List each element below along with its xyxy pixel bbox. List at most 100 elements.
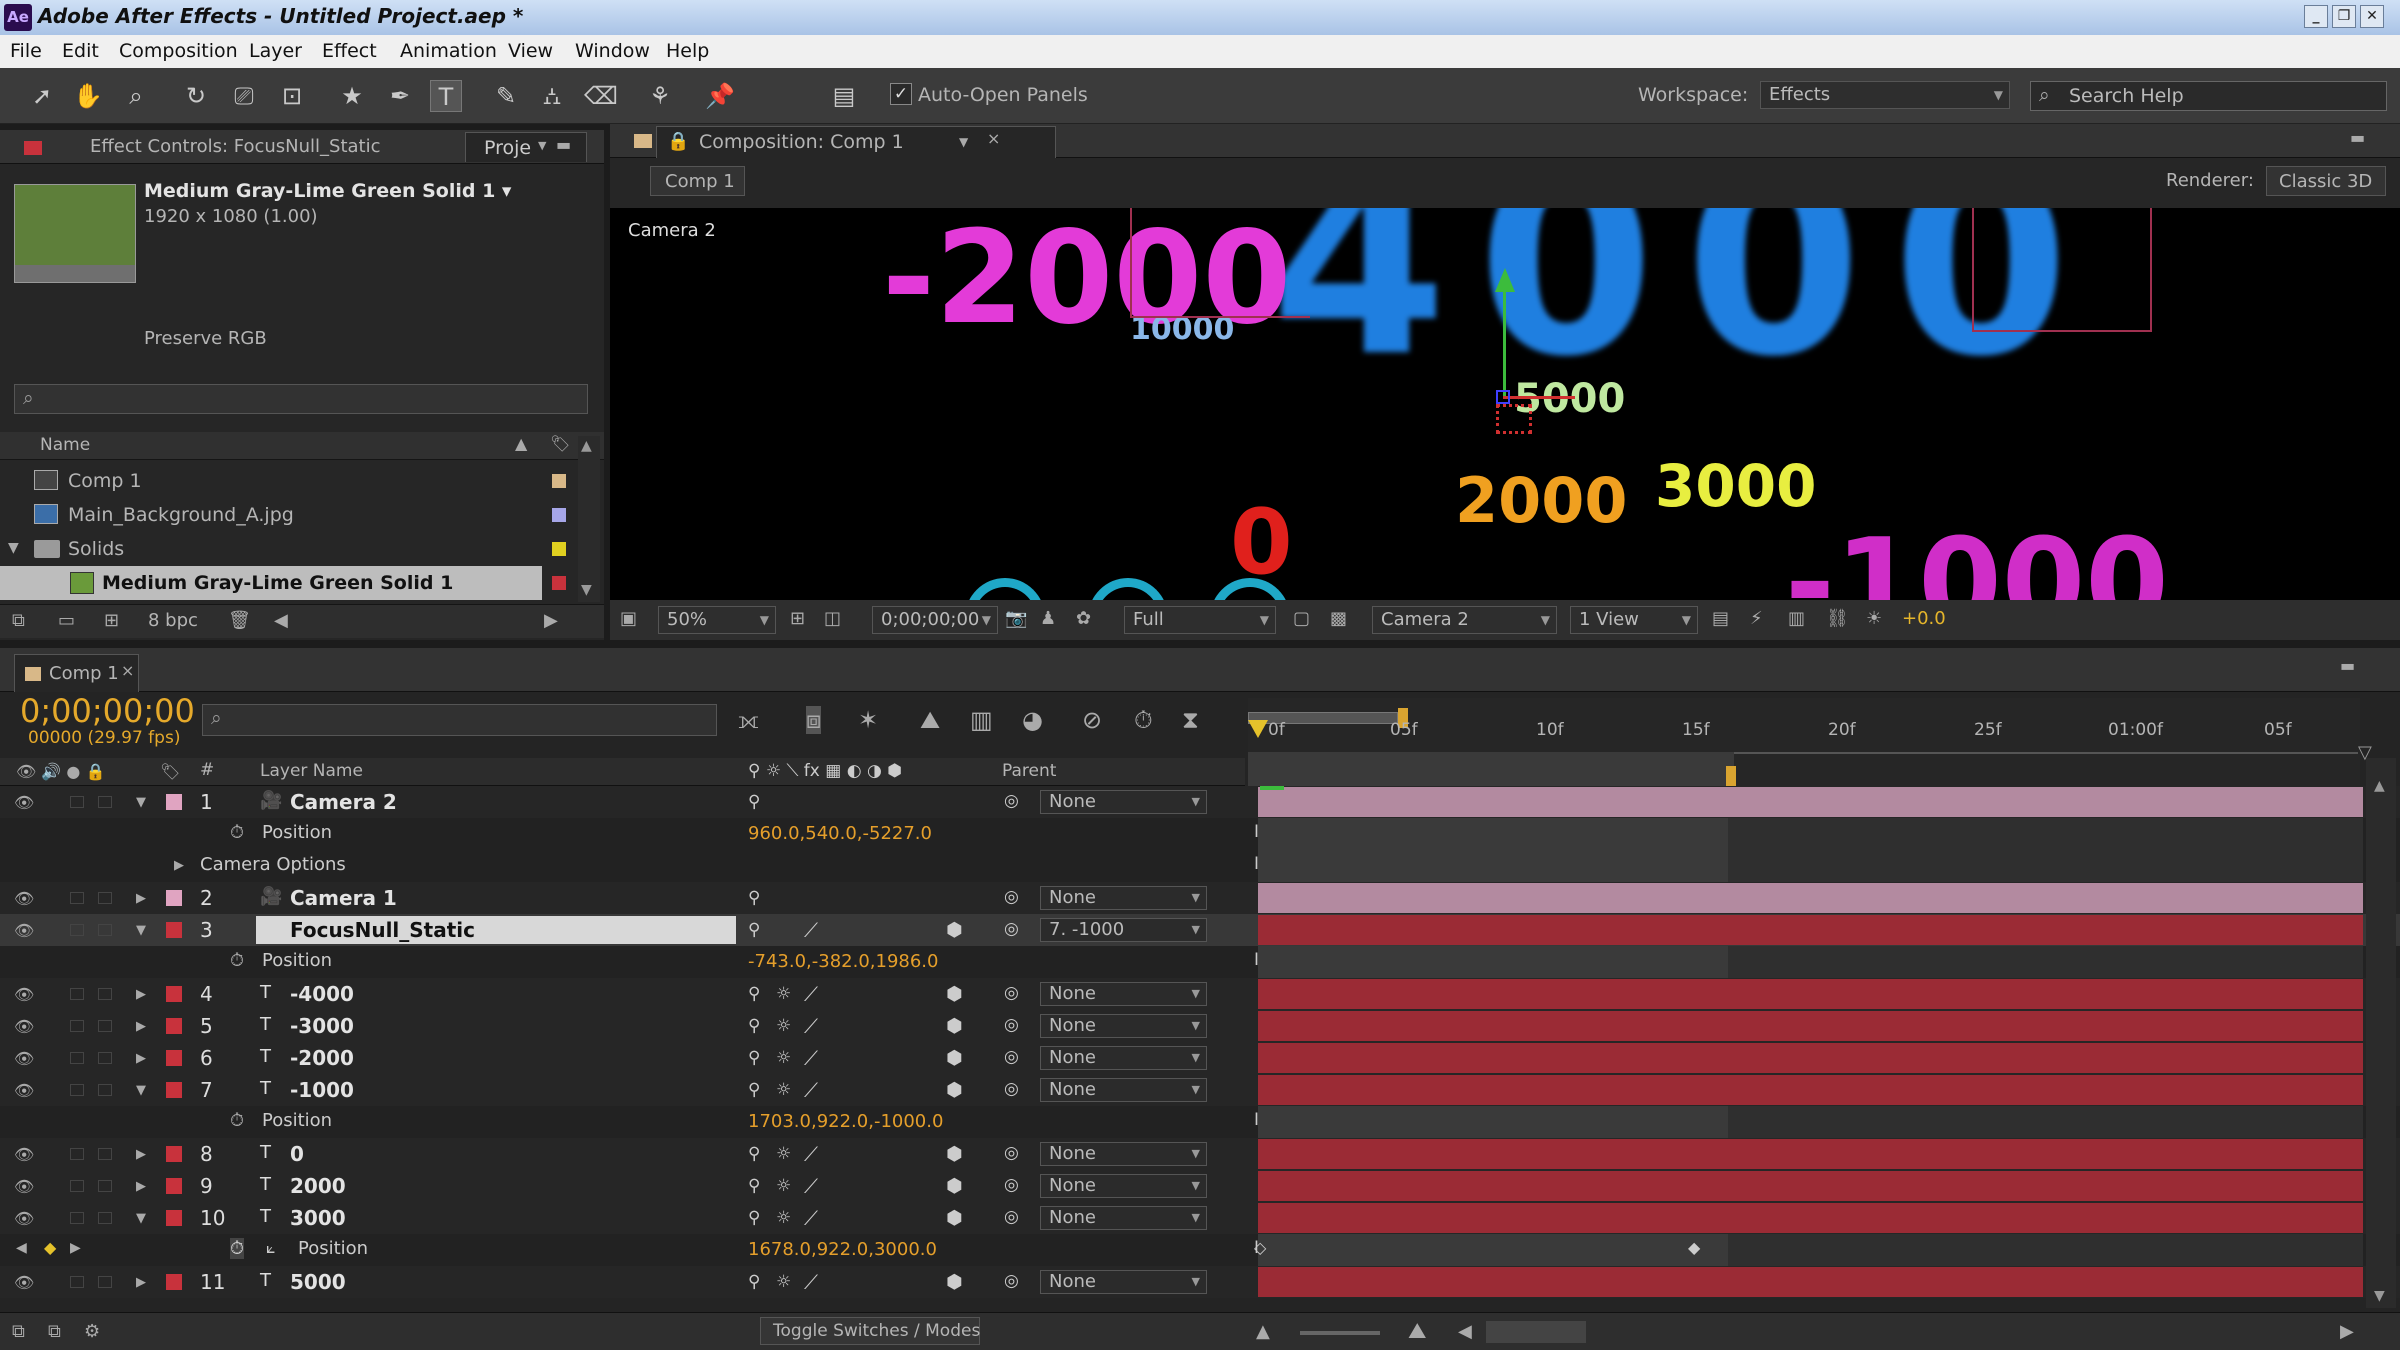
col-parent[interactable]: Parent [1002,761,1056,781]
pick-whip-icon[interactable]: ◎ [1004,919,1019,939]
scroll-up-icon[interactable]: ▲ [2374,778,2385,794]
scroll-up-icon[interactable]: ▲ [581,438,592,454]
selected-item-name[interactable]: Medium Gray-Lime Green Solid 1 ▾ [144,180,511,202]
layer-row[interactable]: 👁 ▼ 10 T 3000 ⚲ ☼ ⟋ ⬢ ◎ None [0,1202,2400,1234]
shy-switch-icon[interactable]: ⚲ [748,1144,760,1164]
panel-menu-icon[interactable]: ▬ [556,135,571,154]
search-help-box[interactable]: ⌕ Search Help [2030,81,2387,111]
null-object-handles[interactable] [1496,404,1532,434]
sort-up-icon[interactable]: ▲ [515,434,527,453]
layer-duration-bar[interactable] [1258,1043,2363,1073]
layer-switches-icon[interactable]: ⧉ [12,1321,25,1342]
pick-whip-icon[interactable]: ◎ [1004,1079,1019,1099]
parent-dropdown[interactable]: None [1040,1270,1207,1294]
property-row[interactable]: I ⏱ Position 1703.0,922.0,-1000.0 [0,1106,2400,1138]
3d-layer-switch-icon[interactable]: ⬢ [946,983,963,1005]
current-time-indicator-icon[interactable] [1248,720,1268,738]
graph-editor-icon[interactable]: ⧗ [1182,706,1199,734]
menu-composition[interactable]: Composition [119,40,238,62]
scroll-left-icon[interactable]: ◀ [1458,1321,1472,1342]
visibility-eye-icon[interactable]: 👁 [14,1177,34,1196]
camera-tool-icon[interactable]: ⎚ [228,80,260,112]
layer-duration-bar[interactable] [1258,1139,2363,1169]
collapse-switch-icon[interactable]: ☼ [776,1208,791,1228]
project-item-image[interactable]: Main_Background_A.jpg [0,498,580,532]
lock-toggle[interactable] [98,1020,112,1032]
puppet-pin-tool-icon[interactable]: 📌 [704,80,736,112]
layer-row[interactable]: 👁 ▶ 2 🎥 Camera 1 ⚲ ◎ None [0,882,2400,914]
channel-icon[interactable]: ✿ [1076,608,1091,629]
solo-toggle[interactable] [70,1052,84,1064]
folder-expand-icon[interactable]: ▼ [8,540,19,556]
property-row[interactable]: I ⏱ Position -743.0,-382.0,1986.0 [0,946,2400,978]
lock-toggle[interactable] [98,796,112,808]
safe-areas-icon[interactable]: ⊞ [790,608,805,629]
zoom-out-icon[interactable]: ▲ [1256,1321,1270,1342]
resolution-dropdown[interactable]: Full [1124,606,1276,634]
expand-arrow-icon[interactable]: ▶ [136,1019,146,1034]
parent-dropdown[interactable]: None [1040,886,1207,910]
layer-label-color[interactable] [166,1018,182,1034]
renderer-button[interactable]: Classic 3D [2266,166,2386,196]
comp-dropdown-icon[interactable]: ▼ [959,135,968,149]
timeline-search-input[interactable]: ⌕ [202,704,717,736]
new-folder-icon[interactable]: ▭ [58,610,75,631]
layer-duration-bar[interactable] [1258,883,2363,913]
project-col-name[interactable]: Name [40,435,90,455]
auto-keyframe-icon[interactable]: ⊘ [1082,706,1102,734]
lock-toggle[interactable] [98,988,112,1000]
new-comp-icon[interactable]: ⊞ [104,610,119,631]
bit-depth-label[interactable]: 8 bpc [148,610,198,631]
solo-toggle[interactable] [70,1084,84,1096]
visibility-eye-icon[interactable]: 👁 [14,1081,34,1100]
quality-switch-icon[interactable]: ⟋ [804,1174,818,1198]
timeline-icon[interactable]: ▥ [1788,608,1805,629]
toggle-switches-modes-button[interactable]: Toggle Switches / Modes [760,1317,980,1345]
parent-dropdown[interactable]: None [1040,1014,1207,1038]
tab-timeline-comp[interactable]: Comp 1 × [14,654,139,692]
fast-preview-icon[interactable]: ⚡ [1750,608,1763,629]
visibility-eye-icon[interactable]: 👁 [14,985,34,1004]
pick-whip-icon[interactable]: ◎ [1004,1143,1019,1163]
stopwatch-icon[interactable]: ⏱ [230,1110,244,1131]
visibility-eye-icon[interactable]: 👁 [14,1273,34,1292]
menu-layer[interactable]: Layer [249,40,302,62]
lock-icon[interactable]: 🔒 [667,131,689,152]
solo-toggle[interactable] [70,1020,84,1032]
3d-layer-switch-icon[interactable]: ⬢ [946,1015,963,1037]
col-number[interactable]: # [200,760,214,780]
current-timecode[interactable]: 0;00;00;00 [20,692,195,730]
layer-name[interactable]: 3000 [290,1206,346,1230]
pick-whip-icon[interactable]: ◎ [1004,983,1019,1003]
tab-effect-controls[interactable]: Effect Controls: FocusNull_Static [90,136,381,157]
layer-duration-bar[interactable] [1258,915,2363,945]
prev-keyframe-icon[interactable]: ◀ [16,1240,27,1256]
layer-name[interactable]: -4000 [290,982,354,1006]
project-item-solid-selected[interactable]: Medium Gray-Lime Green Solid 1 [0,566,566,600]
add-keyframe-icon[interactable]: ◆ [44,1238,56,1257]
snapshot-icon[interactable]: 📷 [1005,608,1027,629]
parent-dropdown[interactable]: None [1040,982,1207,1006]
layer-duration-bar[interactable] [1258,1075,2363,1105]
close-icon[interactable]: ✕ [2360,5,2384,28]
magnification-dropdown[interactable]: 50% [658,606,776,634]
selection-tool-icon[interactable]: ➚ [26,80,58,112]
layer-label-color[interactable] [166,1146,182,1162]
enable-frame-blending-icon[interactable]: ⛰ [920,706,940,734]
quality-switch-icon[interactable]: ⟋ [804,1206,818,1230]
visibility-eye-icon[interactable]: 👁 [14,793,34,812]
enable-motion-blur-icon[interactable]: ▥ [970,706,993,734]
stopwatch-icon[interactable]: ⏱ [230,950,244,971]
stopwatch-icon[interactable]: ⏱ [1134,706,1153,734]
viewport-text-2000[interactable]: 2000 [1455,464,1628,537]
stopwatch-icon[interactable]: ⏱ [230,822,244,843]
pick-whip-icon[interactable]: ◎ [1004,1175,1019,1195]
project-search-input[interactable]: ⌕ [14,384,588,414]
shy-switch-icon[interactable]: ⚲ [748,1080,760,1100]
property-group-row[interactable]: I ▶ Camera Options [0,850,2400,882]
region-of-interest-icon[interactable]: ▢ [1293,608,1310,629]
menu-view[interactable]: View [508,40,553,62]
layer-name[interactable]: 2000 [290,1174,346,1198]
property-row[interactable]: I ◀ ◆ ▶ ⏱ ⟀ ◇ ◆ Position 1678.0,922.0,3000.0 [0,1234,2400,1266]
x-axis-gizmo-icon[interactable] [1503,396,1575,399]
